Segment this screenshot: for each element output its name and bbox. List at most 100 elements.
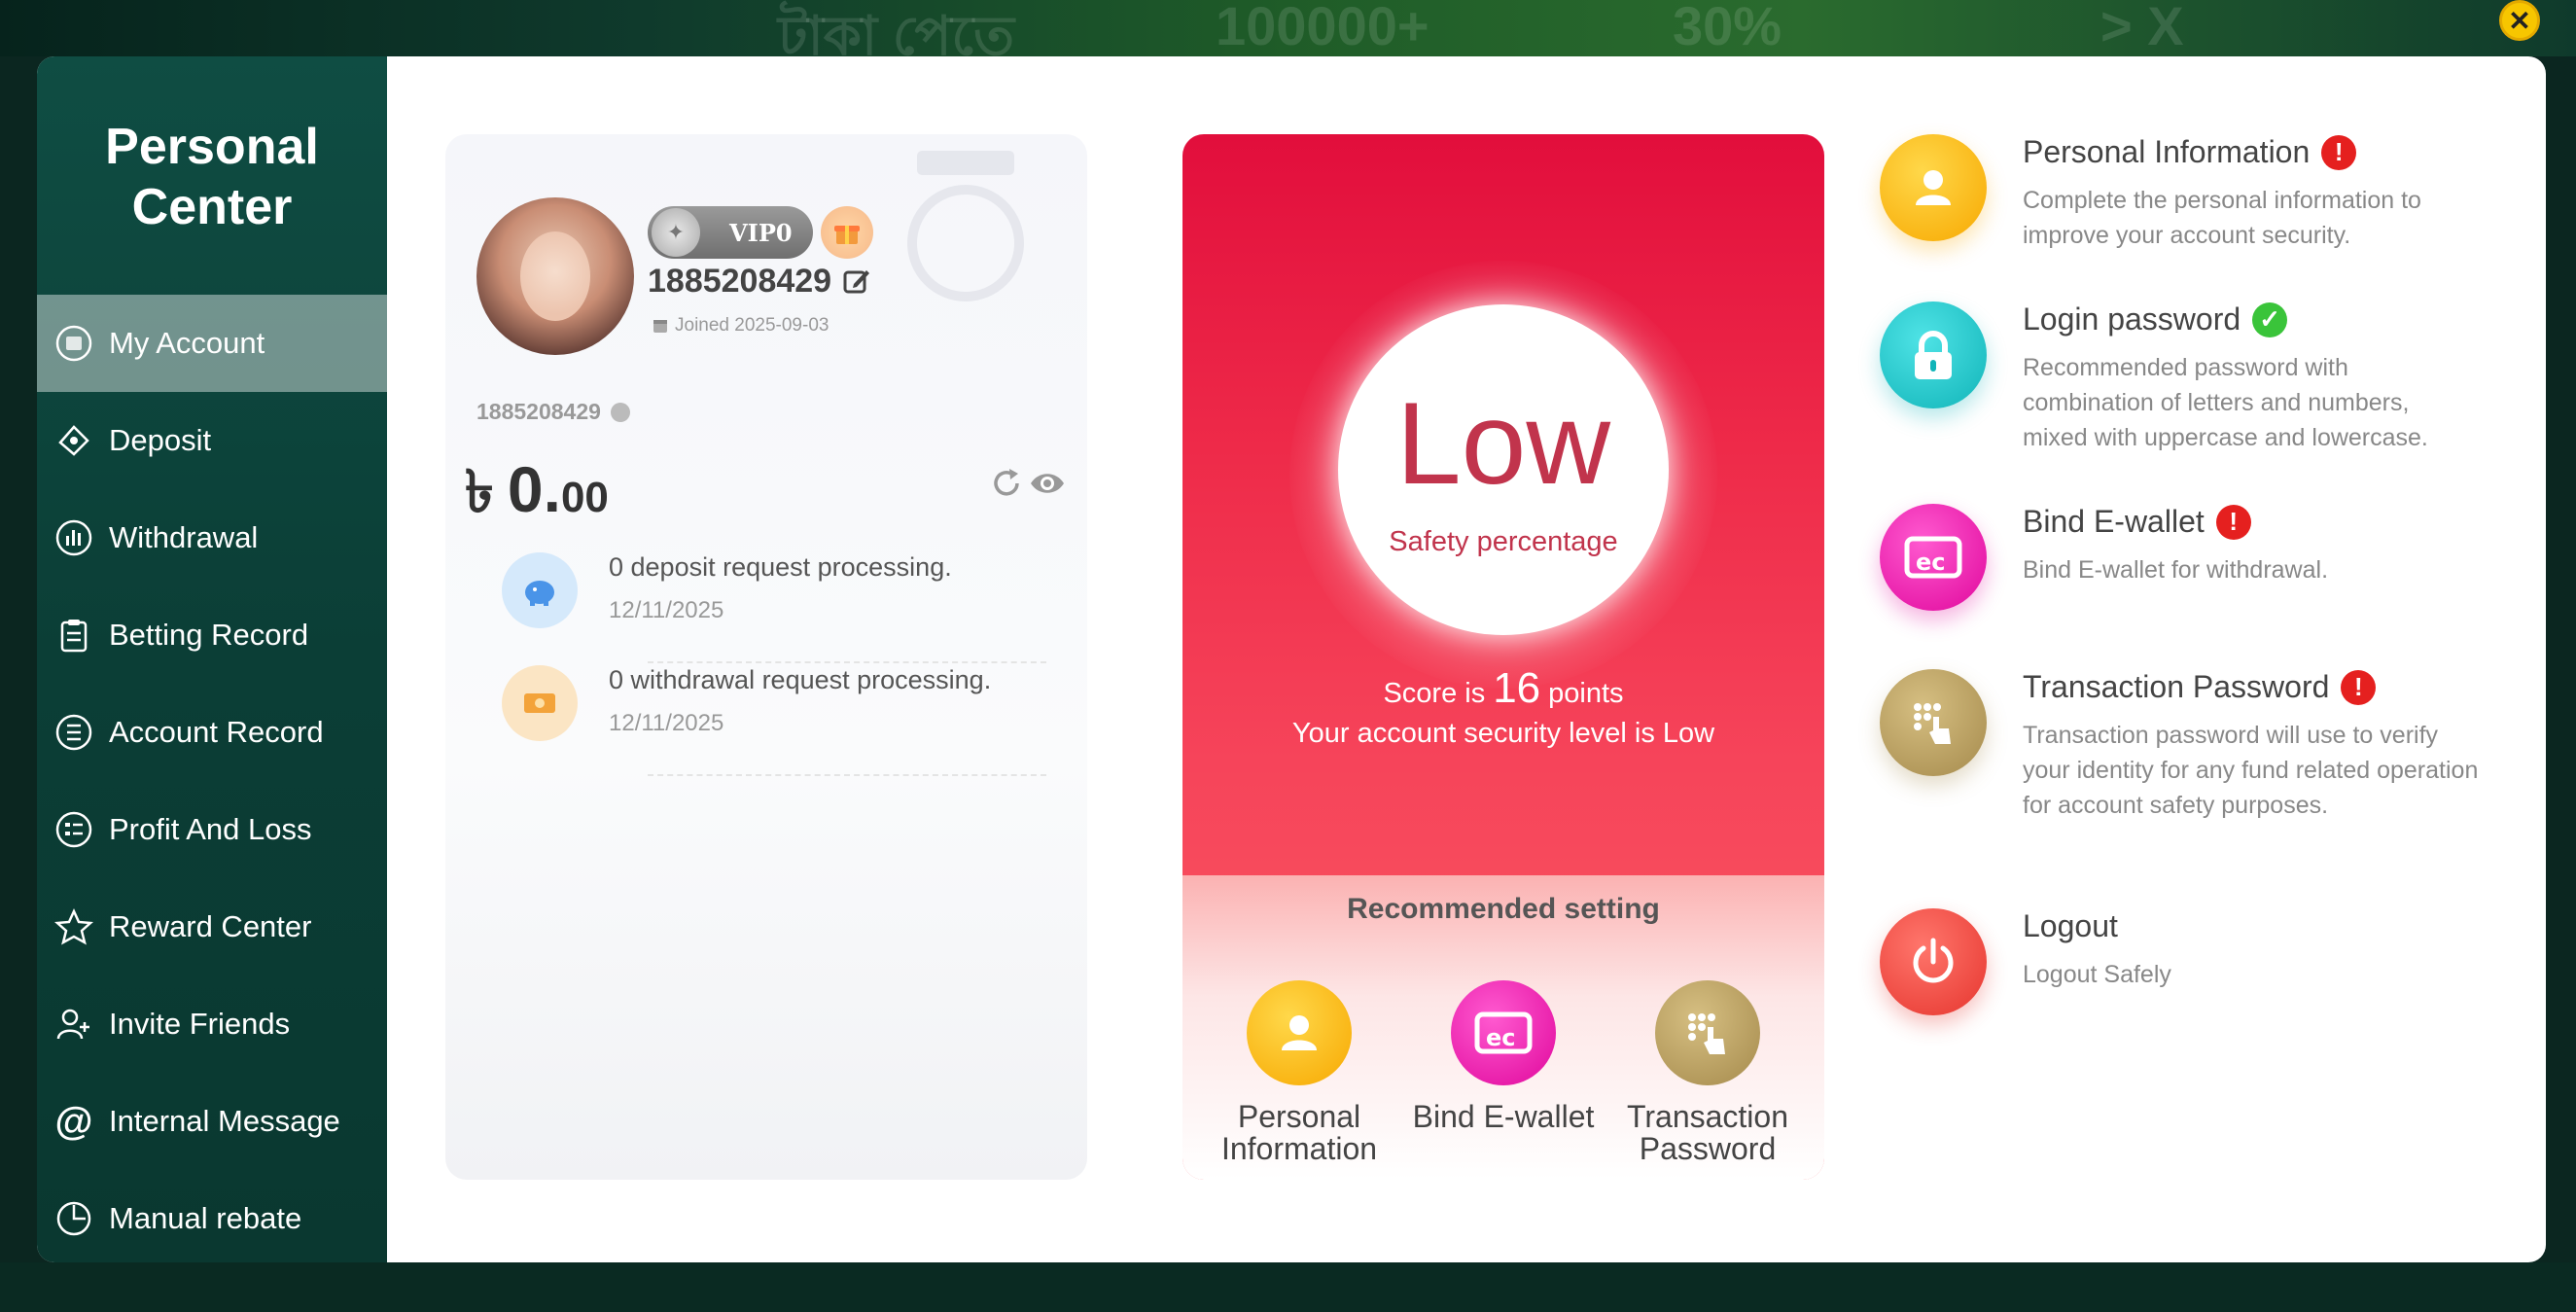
setting-title-text: Logout xyxy=(2023,908,2118,943)
deposit-icon xyxy=(54,421,93,460)
sidebar-item-deposit[interactable]: Deposit xyxy=(37,392,387,489)
power-icon xyxy=(1880,908,1987,1015)
warning-icon: ! xyxy=(2341,669,2377,705)
setting-transaction-password[interactable]: Transaction Password ! Transaction passw… xyxy=(1880,669,2502,873)
recommended-bind-e-wallet[interactable]: ec Bind E-wallet xyxy=(1396,980,1610,1133)
sidebar-item-manual-rebate[interactable]: Manual rebate xyxy=(37,1170,387,1262)
joined-date: Joined 2025-09-03 xyxy=(652,315,829,337)
keypad-hand-icon xyxy=(1655,980,1760,1085)
sidebar: Personal Center My Account Deposit Withd… xyxy=(37,56,387,1262)
score-prefix: Score is xyxy=(1383,678,1486,709)
sidebar-item-betting-record[interactable]: Betting Record xyxy=(37,586,387,684)
clipboard-icon xyxy=(54,616,93,655)
star-icon xyxy=(54,907,93,946)
sidebar-item-label: Betting Record xyxy=(109,618,309,652)
warning-icon: ! xyxy=(2321,134,2357,170)
gift-icon[interactable] xyxy=(821,206,873,259)
sidebar-title: Personal Center xyxy=(37,117,387,237)
divider xyxy=(648,774,1046,776)
sidebar-item-label: My Account xyxy=(109,326,265,360)
piggy-bank-icon xyxy=(502,552,578,628)
username: 1885208429 xyxy=(648,263,832,300)
recommended-transaction-password[interactable]: Transaction Password xyxy=(1601,980,1815,1165)
sidebar-item-internal-message[interactable]: @ Internal Message xyxy=(37,1073,387,1170)
medal-icon: ✦ xyxy=(652,208,700,257)
setting-title: Login password ✓ xyxy=(2023,301,2288,337)
recommended-label-line2: Password xyxy=(1639,1131,1777,1166)
sidebar-title-line1: Personal xyxy=(105,119,319,175)
sidebar-item-label: Withdrawal xyxy=(109,520,259,554)
warning-icon: ! xyxy=(2215,504,2251,540)
setting-login-password[interactable]: Login password ✓ Recommended password wi… xyxy=(1880,301,2502,467)
record-icon xyxy=(54,713,93,752)
sidebar-item-my-account[interactable]: My Account xyxy=(37,295,387,392)
user-icon xyxy=(1247,980,1352,1085)
score-value: 16 xyxy=(1493,664,1541,712)
lock-icon xyxy=(1880,301,1987,408)
refresh-icon[interactable] xyxy=(990,467,1023,500)
recommended-personal-information[interactable]: Personal Information xyxy=(1192,980,1406,1165)
recommended-label-line1: Bind E-wallet xyxy=(1412,1099,1595,1134)
setting-title: Bind E-wallet ! xyxy=(2023,504,2251,540)
safety-label: Safety percentage xyxy=(1389,526,1618,557)
eye-icon[interactable] xyxy=(1029,467,1066,500)
main-content: ✦ VIP0 1885208429 Joined 2025-09-03 1885… xyxy=(387,56,2546,1262)
setting-description: Recommended password with combination of… xyxy=(2023,354,2428,451)
sidebar-item-withdrawal[interactable]: Withdrawal xyxy=(37,489,387,586)
withdrawal-request-row: 0 withdrawal request processing. 12/11/2… xyxy=(502,665,1046,782)
setting-title-text: Transaction Password xyxy=(2023,669,2330,704)
sidebar-title-line2: Center xyxy=(131,179,293,235)
sidebar-item-label: Account Record xyxy=(109,715,324,749)
setting-personal-information[interactable]: Personal Information ! Complete the pers… xyxy=(1880,134,2502,280)
score-suffix: points xyxy=(1548,678,1624,709)
at-sign-icon: @ xyxy=(54,1099,93,1143)
background-banner: টাকা পেতে 100000+ 30% > X xyxy=(0,0,2576,66)
deposit-request-date: 12/11/2025 xyxy=(609,597,724,623)
security-card: Low Safety percentage Score is 16 points… xyxy=(1182,134,1824,1180)
setting-title: Logout xyxy=(2023,908,2118,944)
keypad-hand-icon xyxy=(1880,669,1987,776)
sidebar-item-account-record[interactable]: Account Record xyxy=(37,684,387,781)
profit-loss-icon xyxy=(54,810,93,849)
recommended-label-line2: Information xyxy=(1220,1131,1378,1166)
setting-title: Personal Information ! xyxy=(2023,134,2357,170)
sidebar-item-reward-center[interactable]: Reward Center xyxy=(37,878,387,975)
vip-watermark-icon xyxy=(907,151,1024,301)
copy-icon[interactable] xyxy=(610,402,630,422)
balance: ৳ 0. 00 xyxy=(465,447,609,545)
deposit-request-text: 0 deposit request processing. xyxy=(609,552,952,582)
sidebar-item-profit-and-loss[interactable]: Profit And Loss xyxy=(37,781,387,878)
user-id: 1885208429 xyxy=(476,399,630,425)
account-card: ✦ VIP0 1885208429 Joined 2025-09-03 1885… xyxy=(445,134,1087,1180)
setting-title-text: Bind E-wallet xyxy=(2023,504,2205,539)
withdrawal-request-text: 0 withdrawal request processing. xyxy=(609,665,992,694)
setting-title-text: Login password xyxy=(2023,301,2241,337)
invite-friends-icon xyxy=(54,1005,93,1044)
rebate-icon xyxy=(54,1199,93,1238)
setting-title: Transaction Password ! xyxy=(2023,669,2377,705)
avatar[interactable] xyxy=(476,197,634,355)
recommended-label-line1: Transaction xyxy=(1627,1099,1788,1134)
calendar-icon xyxy=(653,320,667,333)
setting-description: Logout Safely xyxy=(2023,961,2171,988)
security-level-sentence: Your account security level is Low xyxy=(1291,718,1715,749)
personal-center-modal: Personal Center My Account Deposit Withd… xyxy=(37,56,2546,1262)
vip-label: VIP0 xyxy=(729,218,793,247)
wallet-icon: ec xyxy=(1880,504,1987,611)
account-icon xyxy=(54,324,93,363)
edit-icon[interactable] xyxy=(842,266,871,296)
cash-icon xyxy=(502,665,578,741)
sidebar-item-label: Profit And Loss xyxy=(109,812,312,846)
sidebar-item-label: Manual rebate xyxy=(109,1201,302,1235)
recommended-label: Transaction Password xyxy=(1601,1101,1815,1165)
recommended-title: Recommended setting xyxy=(1347,893,1660,925)
withdrawal-request-date: 12/11/2025 xyxy=(609,710,724,736)
sidebar-item-invite-friends[interactable]: Invite Friends xyxy=(37,975,387,1073)
setting-logout[interactable]: Logout Logout Safely xyxy=(1880,908,2502,1025)
security-level-text: Low xyxy=(1395,378,1611,509)
user-icon xyxy=(1880,134,1987,241)
setting-title-text: Personal Information xyxy=(2023,134,2311,169)
close-button[interactable]: ✕ xyxy=(2499,0,2540,41)
check-icon: ✓ xyxy=(2252,301,2288,337)
setting-bind-e-wallet[interactable]: ec Bind E-wallet ! Bind E-wallet for wit… xyxy=(1880,504,2502,630)
